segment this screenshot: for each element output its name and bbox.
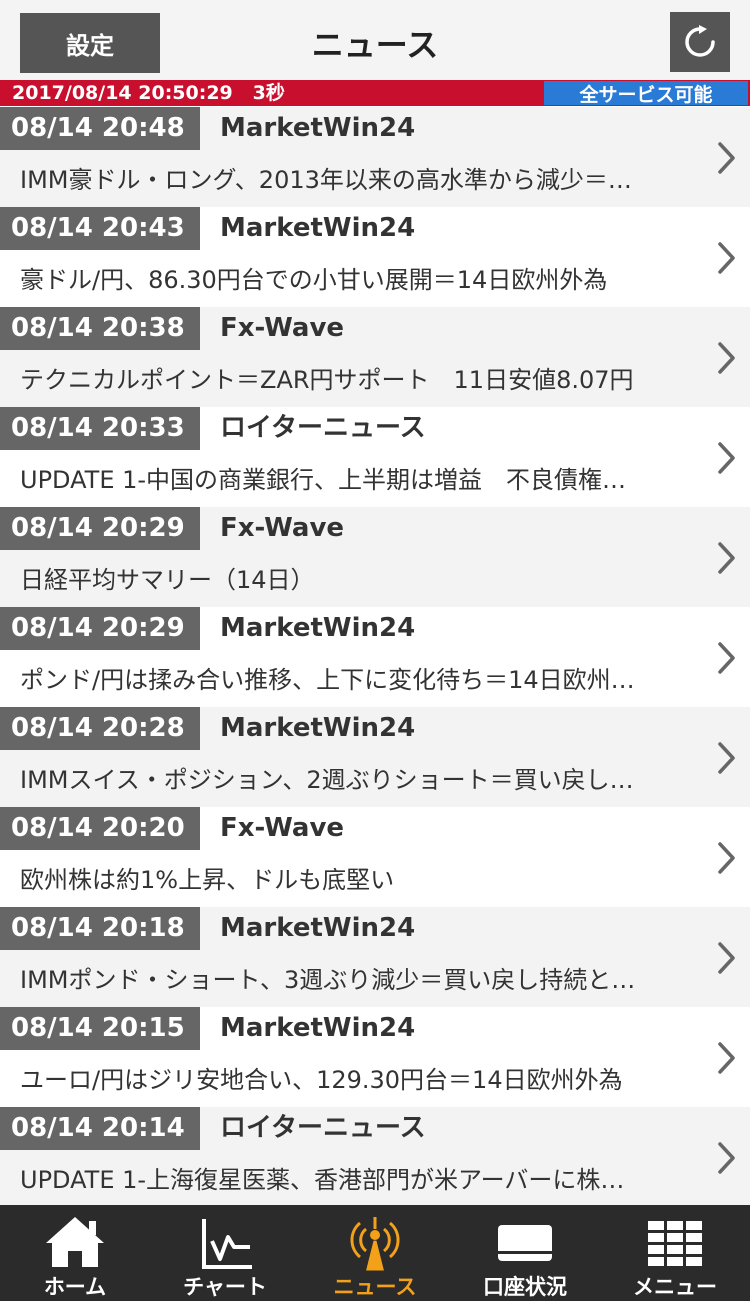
news-row[interactable]: 08/14 20:33 ロイターニュース UPDATE 1-中国の商業銀行、上半期は… [0, 407, 750, 507]
news-headline: 豪ドル/円、86.30円台での小甘い展開＝14日欧州外為 [20, 266, 608, 294]
news-row[interactable]: 08/14 20:29 Fx-Wave 日経平均サマリー（14日） [0, 507, 750, 607]
news-time-badge: 08/14 20:20 [0, 807, 200, 850]
grid-menu-icon [648, 1221, 702, 1266]
tab-home[interactable]: ホーム [0, 1205, 150, 1301]
news-headline: UPDATE 1-中国の商業銀行、上半期は増益 不良債権… [20, 466, 627, 494]
tab-news-label: ニュース [333, 1275, 417, 1299]
chevron-right-icon [718, 942, 735, 974]
status-datetime: 2017/08/14 20:50:29 3秒 [12, 80, 285, 106]
news-source: ロイターニュース [220, 413, 426, 443]
news-time-badge: 08/14 20:14 [0, 1107, 200, 1150]
chevron-right-icon [718, 1042, 735, 1074]
status-bar: 2017/08/14 20:50:29 3秒 全サービス可能 [0, 80, 750, 106]
news-headline: テクニカルポイント＝ZAR円サポート 11日安値8.07円 [20, 366, 634, 394]
news-source: MarketWin24 [220, 713, 416, 743]
refresh-button[interactable] [670, 12, 730, 72]
news-time-badge: 08/14 20:38 [0, 307, 200, 350]
news-source: MarketWin24 [220, 113, 416, 143]
news-row[interactable]: 08/14 20:20 Fx-Wave 欧州株は約1%上昇、ドルも底堅い [0, 807, 750, 907]
tab-chart-label: チャート [183, 1275, 267, 1299]
news-headline: 日経平均サマリー（14日） [20, 566, 315, 594]
tab-account[interactable]: 口座状況 [450, 1205, 600, 1301]
news-time-badge: 08/14 20:18 [0, 907, 200, 950]
news-source: Fx-Wave [220, 813, 345, 843]
news-headline: IMMポンド・ショート、3週ぶり減少＝買い戻し持続と… [20, 966, 636, 994]
news-source: Fx-Wave [220, 313, 345, 343]
chevron-right-icon [718, 442, 735, 474]
chevron-right-icon [718, 542, 735, 574]
news-source: Fx-Wave [220, 513, 345, 543]
news-list: 08/14 20:48 MarketWin24 IMM豪ドル・ロング、2013年以来… [0, 107, 750, 1205]
news-row[interactable]: 08/14 20:38 Fx-Wave テクニカルポイント＝ZAR円サポート 11日… [0, 307, 750, 407]
news-time-badge: 08/14 20:33 [0, 407, 200, 450]
news-row[interactable]: 08/14 20:43 MarketWin24 豪ドル/円、86.30円台での小甘い… [0, 207, 750, 307]
news-row[interactable]: 08/14 20:28 MarketWin24 IMMスイス・ポジション、2週ぶりシ… [0, 707, 750, 807]
news-time-badge: 08/14 20:29 [0, 507, 200, 550]
news-source: MarketWin24 [220, 613, 416, 643]
refresh-icon [685, 25, 715, 57]
news-source: ロイターニュース [220, 1113, 426, 1143]
news-row[interactable]: 08/14 20:15 MarketWin24 ユーロ/円はジリ安地合い、129.3… [0, 1007, 750, 1107]
chevron-right-icon [718, 342, 735, 374]
tab-account-label: 口座状況 [483, 1275, 567, 1299]
news-row[interactable]: 08/14 20:29 MarketWin24 ポンド/円は揉み合い推移、上下に変化… [0, 607, 750, 707]
news-headline: UPDATE 1-上海復星医薬、香港部門が米アーバーに株… [20, 1166, 625, 1194]
news-headline: IMM豪ドル・ロング、2013年以来の高水準から減少＝… [20, 166, 632, 194]
news-source: MarketWin24 [220, 913, 416, 943]
chevron-right-icon [718, 642, 735, 674]
news-headline: 欧州株は約1%上昇、ドルも底堅い [20, 866, 395, 894]
home-icon [46, 1217, 104, 1267]
tab-news[interactable]: ニュース [300, 1205, 450, 1301]
news-source: MarketWin24 [220, 1013, 416, 1043]
tab-home-label: ホーム [43, 1275, 107, 1299]
news-headline: IMMスイス・ポジション、2週ぶりショート＝買い戻し… [20, 766, 634, 794]
news-row[interactable]: 08/14 20:48 MarketWin24 IMM豪ドル・ロング、2013年以来… [0, 107, 750, 207]
news-time-badge: 08/14 20:48 [0, 107, 200, 150]
status-interval: 3秒 [252, 82, 285, 104]
chart-icon [202, 1219, 252, 1269]
settings-button[interactable]: 設定 [20, 13, 160, 73]
news-row[interactable]: 08/14 20:18 MarketWin24 IMMポンド・ショート、3週ぶり減少… [0, 907, 750, 1007]
news-time-badge: 08/14 20:28 [0, 707, 200, 750]
news-headline: ユーロ/円はジリ安地合い、129.30円台＝14日欧州外為 [20, 1066, 623, 1094]
tab-menu[interactable]: メニュー [600, 1205, 750, 1301]
tab-chart[interactable]: チャート [150, 1205, 300, 1301]
chevron-right-icon [718, 1142, 735, 1174]
chevron-right-icon [718, 142, 735, 174]
chevron-right-icon [718, 842, 735, 874]
news-headline: ポンド/円は揉み合い推移、上下に変化待ち＝14日欧州… [20, 666, 635, 694]
header-bar: 設定 ニュース [0, 0, 750, 80]
news-antenna-icon [350, 1217, 400, 1271]
card-icon [498, 1225, 552, 1261]
service-status-badge: 全サービス可能 [544, 81, 748, 106]
chevron-right-icon [718, 242, 735, 274]
news-time-badge: 08/14 20:29 [0, 607, 200, 650]
news-row[interactable]: 08/14 20:14 ロイターニュース UPDATE 1-上海復星医薬、香港部門が… [0, 1107, 750, 1205]
tab-menu-label: メニュー [633, 1275, 717, 1299]
news-time-badge: 08/14 20:43 [0, 207, 200, 250]
status-date: 2017/08/14 20:50:29 [12, 82, 233, 104]
news-time-badge: 08/14 20:15 [0, 1007, 200, 1050]
tab-bar: ホーム チャート ニュース 口座状況 メニュー [0, 1205, 750, 1301]
chevron-right-icon [718, 742, 735, 774]
news-source: MarketWin24 [220, 213, 416, 243]
